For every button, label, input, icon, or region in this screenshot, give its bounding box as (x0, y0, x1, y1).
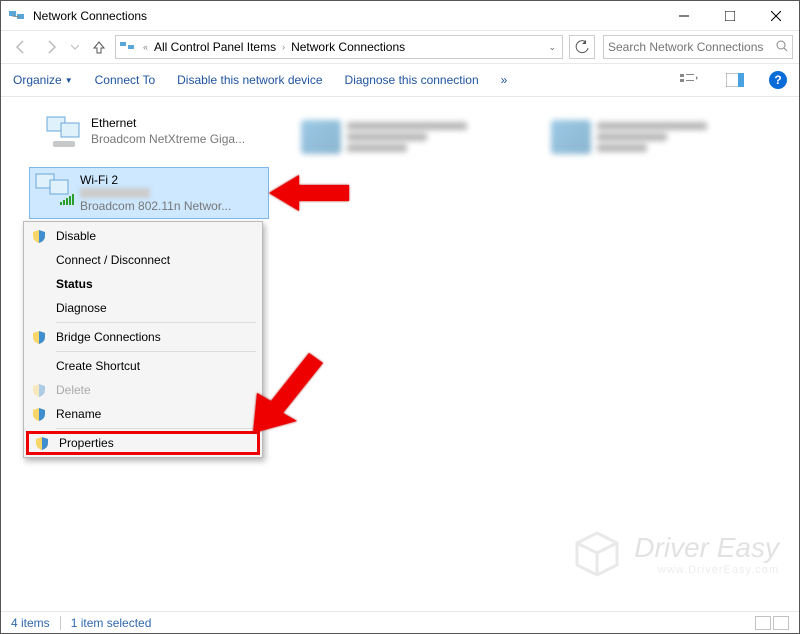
back-button[interactable] (7, 34, 35, 60)
breadcrumb-item[interactable]: All Control Panel Items (151, 38, 279, 56)
chevron-down-icon: ▼ (65, 76, 73, 85)
ctx-bridge[interactable]: Bridge Connections (26, 325, 260, 349)
wifi-icon (34, 172, 74, 208)
connect-to-button[interactable]: Connect To (95, 73, 156, 87)
recent-dropdown[interactable] (67, 34, 83, 60)
arrow-annotation (269, 171, 349, 220)
signal-icon (60, 194, 74, 205)
separator (56, 428, 256, 429)
ctx-diagnose[interactable]: Diagnose (26, 296, 260, 320)
view-switcher[interactable] (753, 616, 789, 630)
chevron-icon: « (143, 42, 148, 52)
search-input[interactable] (608, 40, 776, 54)
ctx-rename[interactable]: Rename (26, 402, 260, 426)
shield-icon (32, 229, 46, 243)
close-button[interactable] (753, 1, 799, 31)
connection-blurred[interactable] (551, 113, 771, 161)
connection-device: Broadcom NetXtreme Giga... (91, 131, 245, 147)
ctx-disable[interactable]: Disable (26, 224, 260, 248)
ctx-connect[interactable]: Connect / Disconnect (26, 248, 260, 272)
details-view-icon[interactable] (755, 616, 771, 630)
separator (60, 616, 61, 630)
shield-icon (35, 436, 49, 450)
ctx-shortcut[interactable]: Create Shortcut (26, 354, 260, 378)
shield-icon (32, 383, 46, 397)
item-count: 4 items (11, 616, 50, 630)
separator (56, 322, 256, 323)
forward-button[interactable] (37, 34, 65, 60)
minimize-button[interactable] (661, 1, 707, 31)
connection-wifi2[interactable]: Wi-Fi 2 Broadcom 802.11n Networ... (29, 167, 269, 219)
preview-pane-button[interactable] (723, 69, 747, 91)
view-options-button[interactable] (677, 69, 701, 91)
ctx-delete[interactable]: Delete (26, 378, 260, 402)
app-icon (9, 8, 25, 24)
chevron-right-icon: › (282, 42, 285, 52)
connection-blurred[interactable] (301, 113, 521, 161)
refresh-button[interactable] (569, 35, 595, 59)
connection-status (80, 188, 150, 198)
organize-menu[interactable]: Organize▼ (13, 73, 73, 87)
shield-icon (32, 407, 46, 421)
diagnose-button[interactable]: Diagnose this connection (345, 73, 479, 87)
ethernet-icon (45, 115, 85, 151)
command-bar: Organize▼ Connect To Disable this networ… (1, 63, 799, 97)
breadcrumb-item[interactable]: Network Connections (288, 38, 408, 56)
nav-bar: « All Control Panel Items › Network Conn… (1, 31, 799, 63)
connection-ethernet[interactable]: Ethernet Broadcom NetXtreme Giga... (41, 111, 281, 155)
up-button[interactable] (85, 34, 113, 60)
connection-device: Broadcom 802.11n Networ... (80, 198, 231, 214)
shield-icon (32, 330, 46, 344)
window-controls (661, 1, 799, 31)
search-icon[interactable] (776, 40, 788, 55)
status-bar: 4 items 1 item selected (1, 611, 799, 633)
maximize-button[interactable] (707, 1, 753, 31)
search-box[interactable] (603, 35, 793, 59)
ctx-status[interactable]: Status (26, 272, 260, 296)
address-icon (120, 39, 136, 55)
more-commands[interactable]: » (501, 73, 508, 87)
title-bar: Network Connections (1, 1, 799, 31)
arrow-annotation (253, 343, 323, 438)
separator (56, 351, 256, 352)
address-bar[interactable]: « All Control Panel Items › Network Conn… (115, 35, 563, 59)
window-title: Network Connections (33, 9, 661, 23)
content-area: Ethernet Broadcom NetXtreme Giga... Wi-F… (1, 97, 799, 611)
ctx-properties[interactable]: Properties (26, 431, 260, 455)
connection-name: Ethernet (91, 115, 245, 131)
watermark: Driver Easy www.DriverEasy.com (572, 529, 779, 579)
address-dropdown[interactable]: ⌄ (542, 42, 562, 53)
disable-device-button[interactable]: Disable this network device (177, 73, 322, 87)
help-button[interactable]: ? (769, 71, 787, 89)
selection-count: 1 item selected (71, 616, 152, 630)
large-icons-view-icon[interactable] (773, 616, 789, 630)
connection-name: Wi-Fi 2 (80, 172, 231, 188)
context-menu: Disable Connect / Disconnect Status Diag… (23, 221, 263, 458)
